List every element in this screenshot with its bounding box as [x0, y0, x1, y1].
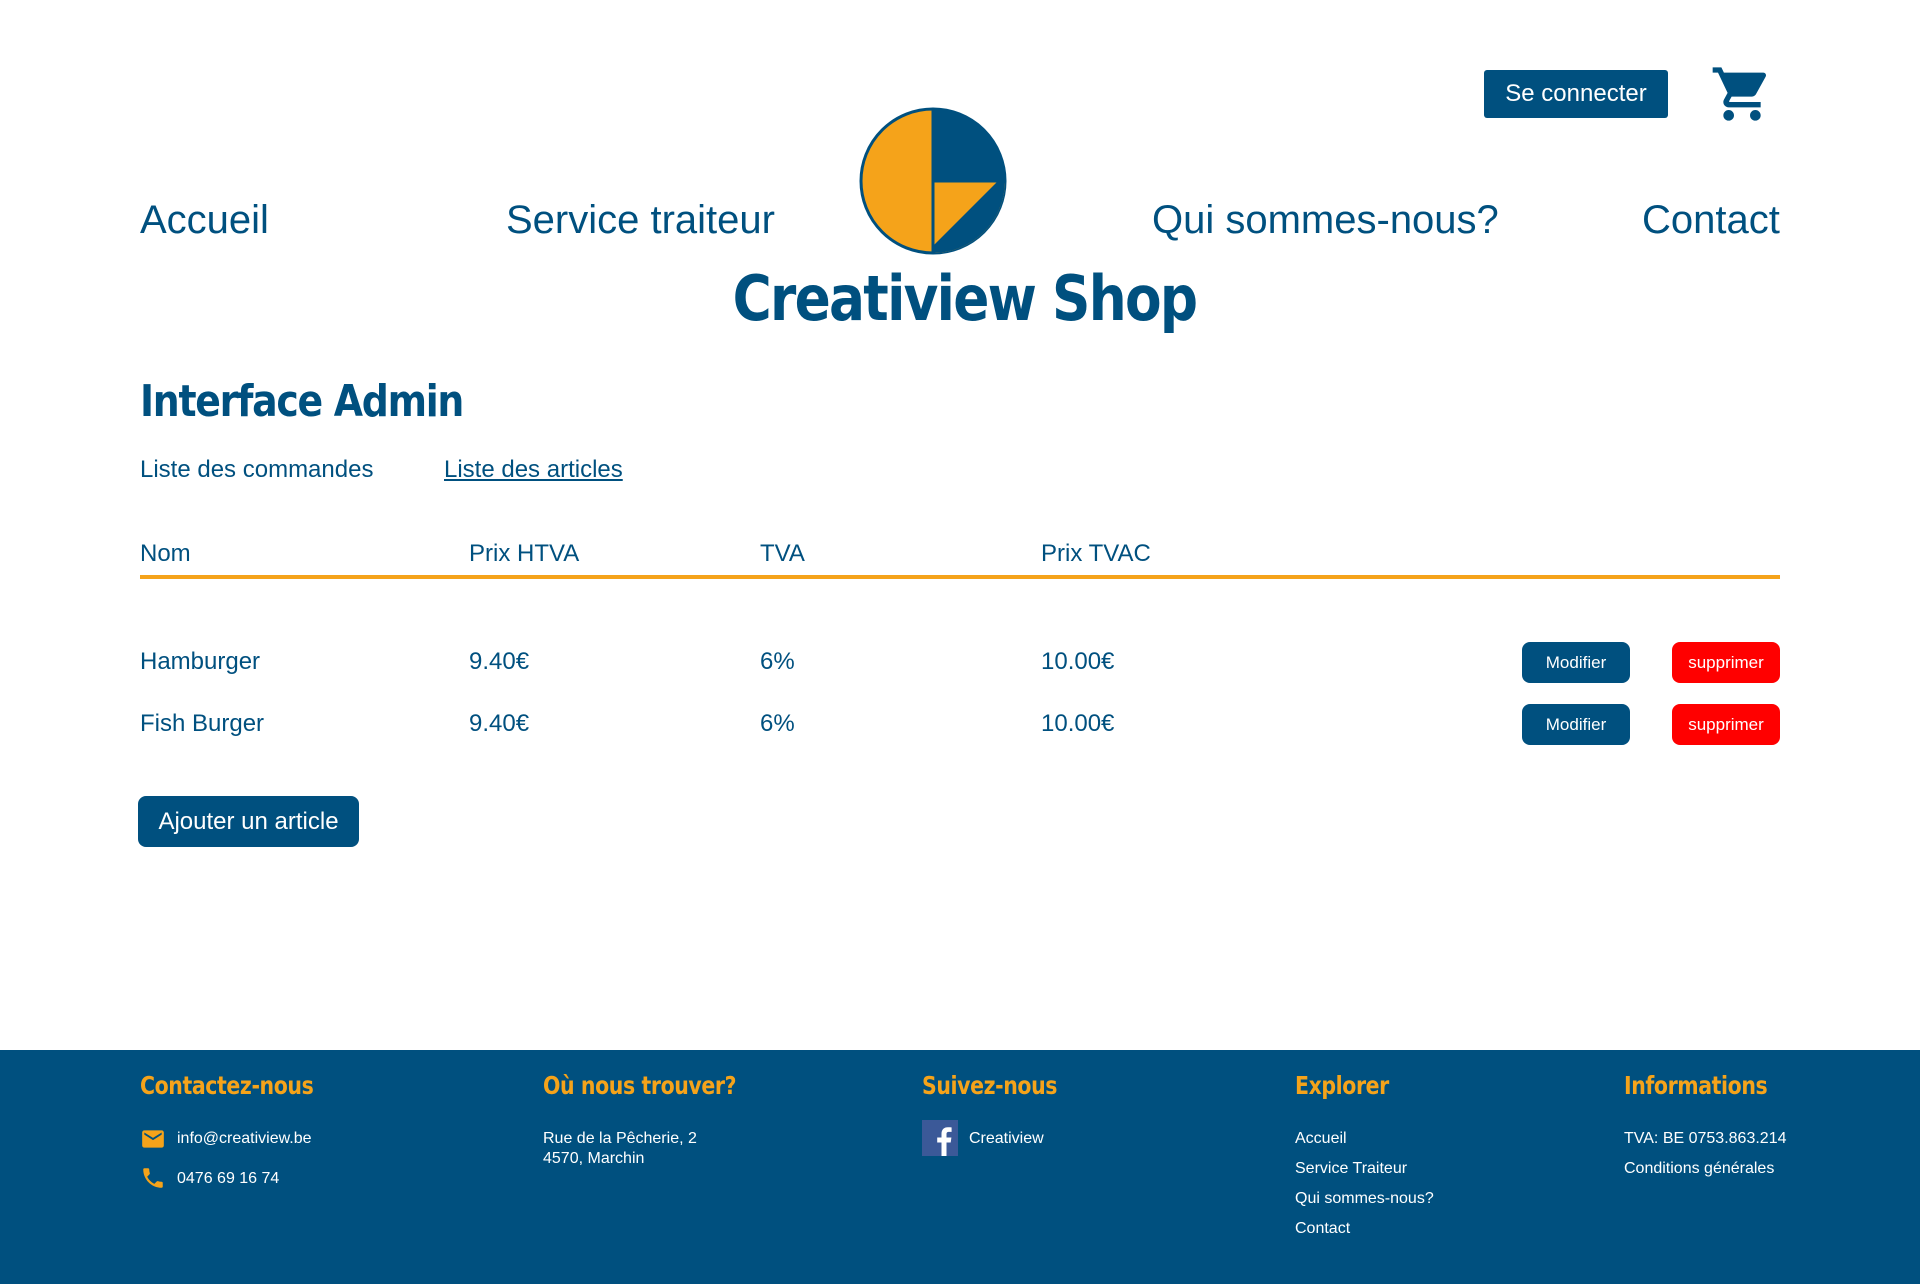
nav-catering[interactable]: Service traiteur — [506, 196, 775, 244]
row-2-price-excl: 9.40€ — [469, 710, 530, 737]
page-title: Interface Admin — [140, 376, 464, 427]
footer-terms-link[interactable]: Conditions générales — [1624, 1159, 1774, 1179]
footer-link-catering[interactable]: Service Traiteur — [1295, 1159, 1407, 1179]
footer-contact-heading: Contactez-nous — [140, 1071, 314, 1100]
facebook-icon[interactable] — [922, 1120, 958, 1156]
column-header-price-excl: Prix HTVA — [469, 540, 580, 567]
tab-orders[interactable]: Liste des commandes — [140, 456, 373, 484]
column-header-price-incl: Prix TVAC — [1041, 540, 1151, 567]
add-article-button[interactable]: Ajouter un article — [138, 796, 359, 847]
row-1-delete-button[interactable]: supprimer — [1672, 642, 1780, 683]
row-2-delete-button[interactable]: supprimer — [1672, 704, 1780, 745]
row-1-price-incl: 10.00€ — [1041, 648, 1115, 675]
tab-articles[interactable]: Liste des articles — [444, 456, 623, 484]
row-1-modify-button[interactable]: Modifier — [1522, 642, 1630, 683]
email-icon — [142, 1130, 164, 1148]
nav-about[interactable]: Qui sommes-nous? — [1152, 196, 1499, 244]
nav-home[interactable]: Accueil — [140, 196, 269, 244]
footer-link-home[interactable]: Accueil — [1295, 1129, 1347, 1149]
cart-icon[interactable] — [1710, 62, 1774, 126]
row-2-vat: 6% — [760, 710, 795, 737]
row-1-price-excl: 9.40€ — [469, 648, 530, 675]
footer-address-line-1: Rue de la Pêcherie, 2 — [543, 1130, 697, 1147]
footer-info-heading: Informations — [1624, 1071, 1768, 1100]
row-1-vat: 6% — [760, 648, 795, 675]
row-1-name: Hamburger — [140, 648, 261, 675]
logo-icon — [859, 107, 1007, 255]
nav-contact[interactable]: Contact — [1642, 196, 1780, 244]
footer-vat-number: TVA: BE 0753.863.214 — [1624, 1130, 1787, 1147]
header-divider — [140, 575, 1780, 579]
row-2-name: Fish Burger — [140, 710, 265, 737]
phone-icon — [143, 1168, 163, 1188]
login-button[interactable]: Se connecter — [1484, 70, 1668, 118]
footer-link-contact[interactable]: Contact — [1295, 1219, 1350, 1239]
row-2-modify-button[interactable]: Modifier — [1522, 704, 1630, 745]
row-2-price-incl: 10.00€ — [1041, 710, 1115, 737]
footer-phone[interactable]: 0476 69 16 74 — [177, 1169, 279, 1189]
footer-explore-heading: Explorer — [1295, 1071, 1389, 1100]
footer-address-line-2: 4570, Marchin — [543, 1150, 645, 1167]
footer-link-about[interactable]: Qui sommes-nous? — [1295, 1189, 1434, 1209]
footer-social-heading: Suivez-nous — [922, 1071, 1058, 1100]
footer-facebook-link[interactable]: Creatiview — [969, 1129, 1044, 1149]
brand-name: Creatiview Shop — [732, 262, 1198, 335]
footer-email[interactable]: info@creatiview.be — [177, 1129, 312, 1149]
column-header-name: Nom — [140, 540, 191, 567]
column-header-vat: TVA — [760, 540, 805, 567]
footer-location-heading: Où nous trouver? — [543, 1071, 737, 1100]
